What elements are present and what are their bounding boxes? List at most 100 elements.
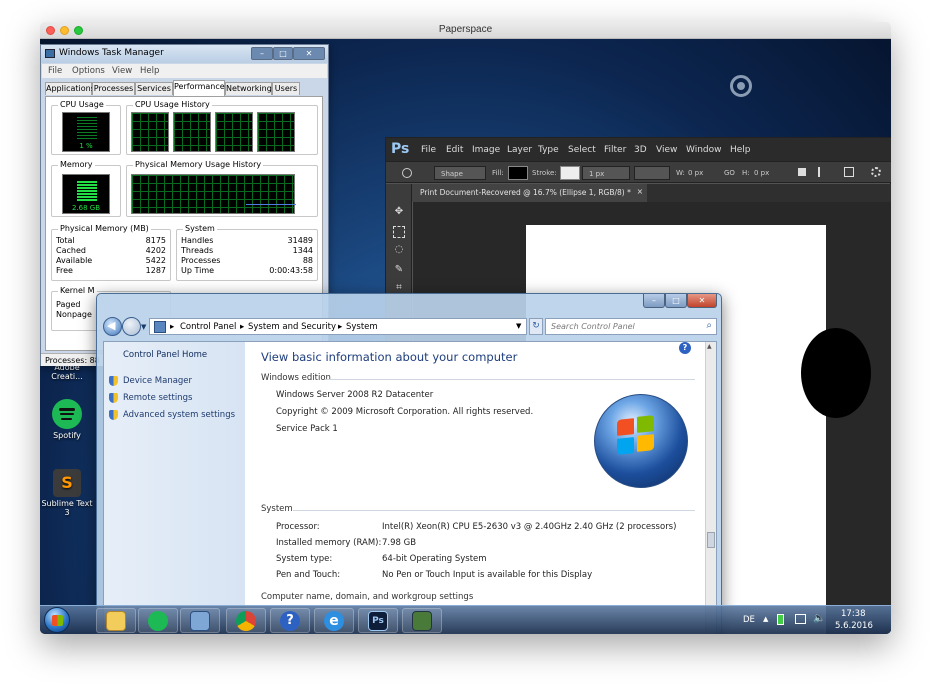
lasso-tool-icon[interactable]: ◌ bbox=[393, 244, 405, 256]
scroll-thumb[interactable] bbox=[707, 532, 715, 548]
tab-services[interactable]: Services bbox=[135, 82, 173, 95]
control-panel-home-link[interactable]: Control Panel Home bbox=[123, 350, 207, 360]
taskbar-task-manager[interactable] bbox=[402, 608, 442, 633]
help-icon[interactable]: ? bbox=[679, 342, 691, 354]
memory-value: 7.98 GB bbox=[382, 538, 417, 548]
memory-history-graph bbox=[131, 174, 296, 214]
minimize-button[interactable]: – bbox=[251, 47, 273, 60]
taskbar-help[interactable]: ? bbox=[270, 608, 310, 633]
ps-menu-file[interactable]: File bbox=[421, 145, 436, 155]
copyright-text: Copyright © 2009 Microsoft Corporation. … bbox=[276, 407, 534, 417]
address-box[interactable]: ▸ Control Panel ▸ System and Security ▸ … bbox=[149, 318, 527, 335]
search-input[interactable]: Search Control Panel ⌕ bbox=[545, 318, 717, 335]
width-input[interactable]: 0 px bbox=[688, 169, 703, 177]
photoshop-options-bar: Shape Fill: Stroke: 1 px W: 0 px GO H: 0… bbox=[386, 161, 891, 183]
ps-menu-window[interactable]: Window bbox=[686, 145, 722, 155]
breadcrumb-system-security[interactable]: System and Security bbox=[248, 322, 336, 332]
taskbar-ie[interactable]: e bbox=[314, 608, 354, 633]
ps-menu-view[interactable]: View bbox=[656, 145, 677, 155]
menu-file[interactable]: File bbox=[48, 66, 62, 76]
tab-users[interactable]: Users bbox=[272, 82, 300, 95]
minimize-button[interactable]: – bbox=[643, 294, 665, 308]
taskbar-explorer[interactable] bbox=[96, 608, 136, 633]
show-hidden-icons[interactable]: ▲ bbox=[763, 615, 768, 623]
close-button[interactable]: ✕ bbox=[293, 47, 325, 60]
desktop-icon-spotify[interactable]: Spotify bbox=[40, 399, 94, 440]
advanced-settings-link[interactable]: Advanced system settings bbox=[123, 410, 235, 420]
settings-gear-icon[interactable] bbox=[871, 167, 881, 177]
recent-pages-icon[interactable]: ▼ bbox=[141, 323, 146, 331]
taskbar-remote-desktop[interactable] bbox=[180, 608, 220, 633]
menu-help[interactable]: Help bbox=[140, 66, 159, 76]
stroke-swatch[interactable] bbox=[560, 166, 580, 180]
maximize-button[interactable]: □ bbox=[273, 47, 293, 60]
device-manager-link[interactable]: Device Manager bbox=[123, 376, 192, 386]
refresh-icon[interactable]: ↻ bbox=[529, 318, 543, 335]
ps-menu-select[interactable]: Select bbox=[568, 145, 596, 155]
document-tab[interactable]: Print Document-Recovered @ 16.7% (Ellips… bbox=[412, 184, 647, 202]
tab-processes[interactable]: Processes bbox=[92, 82, 135, 95]
clock-date[interactable]: 5.6.2016 bbox=[835, 621, 873, 631]
start-button[interactable] bbox=[44, 607, 70, 633]
taskbar-photoshop[interactable]: Ps bbox=[358, 608, 398, 633]
stroke-type-select[interactable] bbox=[634, 166, 670, 180]
ellipse-tool-icon[interactable] bbox=[402, 168, 412, 178]
chrome-icon bbox=[236, 611, 256, 631]
task-pane: Control Panel Home Device Manager Remote… bbox=[104, 342, 245, 634]
ellipse-shape[interactable] bbox=[801, 328, 871, 418]
move-tool-icon[interactable]: ✥ bbox=[393, 206, 405, 218]
ps-menu-type[interactable]: Type bbox=[538, 145, 559, 155]
network-icon[interactable] bbox=[795, 614, 806, 624]
breadcrumb-system[interactable]: System bbox=[346, 322, 378, 332]
link-icon[interactable]: GO bbox=[724, 169, 735, 177]
physical-memory-group: Physical Memory (MB) Total 8175 Cached 420… bbox=[51, 224, 171, 281]
battery-icon[interactable] bbox=[777, 614, 784, 625]
breadcrumb-control-panel[interactable]: Control Panel bbox=[180, 322, 236, 332]
tab-networking[interactable]: Networking bbox=[225, 82, 272, 95]
path-ops-icon[interactable] bbox=[798, 168, 806, 176]
fill-swatch[interactable] bbox=[508, 166, 528, 180]
task-manager-titlebar[interactable]: Windows Task Manager – □ ✕ bbox=[41, 45, 328, 63]
scroll-up-icon[interactable]: ▲ bbox=[707, 343, 712, 350]
tab-performance[interactable]: Performance bbox=[173, 80, 225, 96]
close-tab-icon[interactable]: × bbox=[637, 187, 643, 196]
taskbar-chrome[interactable] bbox=[226, 608, 266, 633]
cpu-history-graph-1 bbox=[131, 112, 169, 152]
desktop-icon-sublime[interactable]: S Sublime Text 3 bbox=[40, 469, 94, 517]
remote-settings-link[interactable]: Remote settings bbox=[123, 393, 192, 403]
volume-icon[interactable]: 🔈 bbox=[813, 613, 825, 624]
stroke-width-select[interactable]: 1 px bbox=[582, 166, 630, 180]
forward-button[interactable] bbox=[122, 317, 141, 336]
maximize-button[interactable]: □ bbox=[665, 294, 687, 308]
table-row: Cached 4202 bbox=[56, 246, 166, 255]
mac-titlebar: Paperspace bbox=[40, 22, 891, 39]
system-group: System Handles 31489 Threads 1344 Processe… bbox=[176, 224, 318, 281]
mac-window: Paperspace Adobe Creati... Spotify S Sub… bbox=[40, 22, 891, 634]
clock-time[interactable]: 17:38 bbox=[841, 609, 866, 619]
shape-mode-select[interactable]: Shape bbox=[434, 166, 486, 180]
ps-menu-help[interactable]: Help bbox=[730, 145, 751, 155]
ps-menu-3d[interactable]: 3D bbox=[634, 145, 647, 155]
back-button[interactable]: ◀ bbox=[103, 317, 122, 336]
arrange-icon[interactable] bbox=[844, 167, 854, 177]
height-input[interactable]: 0 px bbox=[754, 169, 769, 177]
windows-start-icon bbox=[52, 615, 63, 626]
ps-menu-layer[interactable]: Layer bbox=[507, 145, 532, 155]
address-dropdown-icon[interactable]: ▼ bbox=[516, 322, 521, 330]
marquee-tool-icon[interactable] bbox=[393, 226, 405, 238]
ps-menu-filter[interactable]: Filter bbox=[604, 145, 626, 155]
close-button[interactable]: ✕ bbox=[687, 294, 717, 308]
quick-select-icon[interactable]: ✎ bbox=[393, 264, 405, 276]
vertical-scrollbar[interactable]: ▲ bbox=[705, 342, 716, 634]
ps-menu-edit[interactable]: Edit bbox=[446, 145, 463, 155]
section-computer-name: Computer name, domain, and workgroup set… bbox=[261, 592, 474, 602]
tab-applications[interactable]: Applications bbox=[45, 82, 95, 95]
search-icon[interactable]: ⌕ bbox=[706, 320, 712, 331]
table-row: Total 8175 bbox=[56, 236, 166, 245]
taskbar-spotify[interactable] bbox=[138, 608, 178, 633]
align-icon[interactable] bbox=[818, 167, 828, 177]
ps-menu-image[interactable]: Image bbox=[472, 145, 500, 155]
language-indicator[interactable]: DE bbox=[743, 615, 755, 625]
menu-view[interactable]: View bbox=[112, 66, 132, 76]
menu-options[interactable]: Options bbox=[72, 66, 105, 76]
